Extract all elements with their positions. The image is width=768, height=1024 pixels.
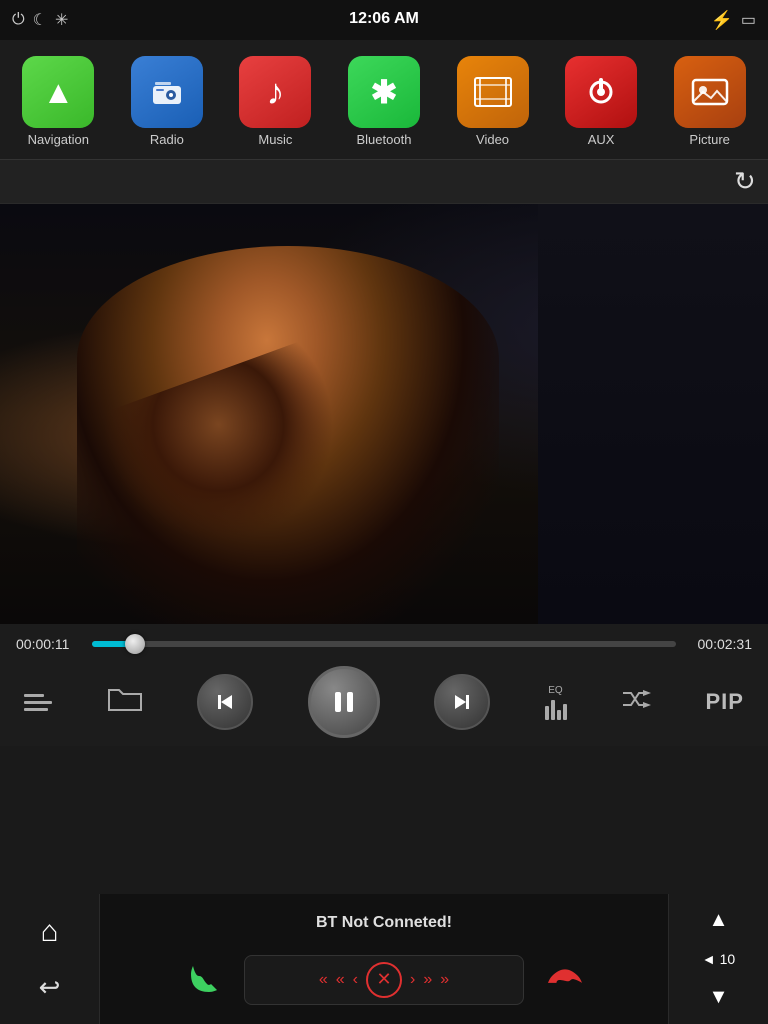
status-time: 12:06 AM (349, 10, 419, 28)
video-icon (457, 56, 529, 128)
progress-row: 00:00:11 00:02:31 (16, 636, 752, 652)
pip-button[interactable]: PIP (706, 689, 744, 715)
arrow-right-2: » (423, 971, 432, 989)
end-call-button[interactable]: ✕ (366, 962, 402, 998)
eq-bar-2 (551, 700, 555, 720)
answer-call-button[interactable] (178, 955, 228, 1005)
bt-status-text: BT Not Conneted! (316, 914, 452, 932)
radio-label: Radio (150, 132, 184, 147)
arrow-right-3: » (440, 971, 449, 989)
reject-call-button[interactable] (540, 955, 590, 1005)
aux-label: AUX (588, 132, 615, 147)
volume-down-button[interactable]: ▼ (709, 986, 729, 1009)
status-icons-right: ⚡ ▭ (710, 10, 756, 31)
video-area[interactable] (0, 204, 768, 624)
eq-bar-1 (545, 706, 549, 720)
play-pause-button[interactable] (308, 666, 380, 738)
video-frame (0, 204, 768, 624)
bottom-center: BT Not Conneted! « « ‹ ✕ › » » (100, 894, 668, 1024)
playlist-button[interactable] (24, 694, 52, 711)
music-icon: ♪ (239, 56, 311, 128)
app-video[interactable]: Video (448, 56, 538, 147)
bottom-left-nav: ⌂ ↩ (0, 894, 100, 1024)
progress-track[interactable] (92, 641, 676, 647)
current-time: 00:00:11 (16, 636, 80, 652)
status-icons-left: ⏻ ☾ ✳ (12, 10, 68, 30)
volume-speaker-icon: ◄ (702, 951, 716, 967)
next-button[interactable] (434, 674, 490, 730)
arrow-right-1: › (410, 971, 415, 989)
list-line-2 (24, 701, 52, 704)
moon-icon: ☾ (33, 10, 47, 30)
volume-display: ◄ 10 (702, 951, 735, 967)
bg-right (538, 204, 768, 624)
toolbar-row: ↺ (0, 160, 768, 204)
navigation-label: Navigation (28, 132, 89, 147)
folder-button[interactable] (107, 684, 143, 721)
arrow-left-2: « (336, 971, 345, 989)
shuffle-button[interactable] (621, 687, 651, 717)
app-radio[interactable]: Radio (122, 56, 212, 147)
call-controls: « « ‹ ✕ › » » (178, 955, 590, 1005)
eq-label: EQ (548, 685, 562, 696)
usb-icon: ⚡ (710, 10, 732, 31)
brightness-icon: ✳ (55, 10, 68, 30)
eq-bar-4 (563, 704, 567, 720)
bluetooth-icon: ✱ (348, 56, 420, 128)
arrow-left-3: ‹ (353, 971, 358, 989)
battery-icon: ▭ (741, 10, 756, 30)
eq-button[interactable]: EQ (545, 685, 567, 720)
prev-button[interactable] (197, 674, 253, 730)
video-label: Video (476, 132, 509, 147)
back-nav-button[interactable]: ↩ (39, 972, 61, 1003)
bluetooth-label: Bluetooth (357, 132, 412, 147)
call-display: « « ‹ ✕ › » » (244, 955, 524, 1005)
home-button[interactable]: ⌂ (40, 915, 58, 949)
total-time: 00:02:31 (688, 636, 752, 652)
bottom-right-vol: ▲ ◄ 10 ▼ (668, 894, 768, 1024)
picture-label: Picture (689, 132, 729, 147)
eq-bar-3 (557, 710, 561, 720)
app-picture[interactable]: Picture (665, 56, 755, 147)
app-music[interactable]: ♪ Music (230, 56, 320, 147)
transport-section: 00:00:11 00:02:31 (0, 624, 768, 746)
arrow-left-1: « (319, 971, 328, 989)
status-bar: ⏻ ☾ ✳ 12:06 AM ⚡ ▭ (0, 0, 768, 40)
music-label: Music (258, 132, 292, 147)
app-aux[interactable]: AUX (556, 56, 646, 147)
app-grid: ▲ Navigation Radio ♪ Music ✱ Bluetooth V… (0, 40, 768, 160)
controls-row: EQ PIP (16, 666, 752, 738)
picture-icon (674, 56, 746, 128)
navigation-icon: ▲ (22, 56, 94, 128)
radio-icon (131, 56, 203, 128)
aux-icon (565, 56, 637, 128)
progress-thumb[interactable] (125, 634, 145, 654)
volume-up-button[interactable]: ▲ (709, 909, 729, 932)
list-line-1 (24, 694, 44, 697)
bottom-bar: ⌂ ↩ BT Not Conneted! « « ‹ ✕ › » » (0, 894, 768, 1024)
app-navigation[interactable]: ▲ Navigation (13, 56, 103, 147)
back-button[interactable]: ↺ (734, 166, 756, 197)
volume-level: 10 (720, 951, 736, 967)
power-icon: ⏻ (12, 11, 25, 29)
eq-bars (545, 698, 567, 720)
app-bluetooth[interactable]: ✱ Bluetooth (339, 56, 429, 147)
list-line-3 (24, 708, 48, 711)
